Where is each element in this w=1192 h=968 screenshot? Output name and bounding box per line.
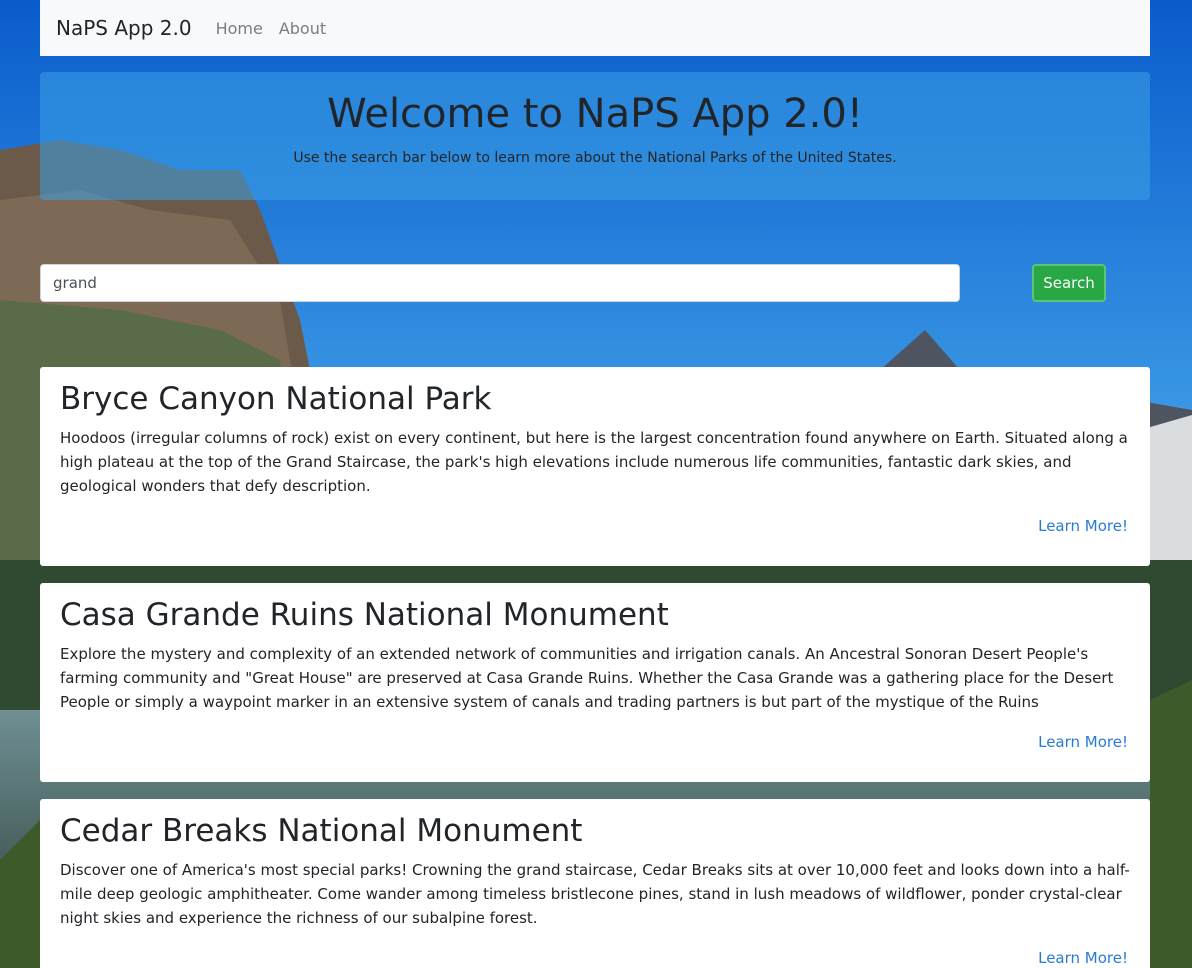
page-subtitle: Use the search bar below to learn more a… — [293, 150, 897, 166]
result-description: Hoodoos (irregular columns of rock) exis… — [60, 429, 1128, 496]
search-input[interactable] — [40, 264, 960, 302]
nav-link-about[interactable]: About — [279, 19, 326, 38]
navbar-brand[interactable]: NaPS App 2.0 — [56, 16, 192, 40]
result-card: Cedar Breaks National Monument Discover … — [40, 799, 1150, 968]
result-description: Explore the mystery and complexity of an… — [60, 645, 1114, 712]
page-title: Welcome to NaPS App 2.0! — [327, 91, 863, 137]
learn-more-link[interactable]: Learn More! — [1038, 949, 1128, 967]
nav-link-home[interactable]: Home — [216, 19, 263, 38]
result-title: Cedar Breaks National Monument — [60, 813, 583, 849]
learn-more-link[interactable]: Learn More! — [1038, 517, 1128, 535]
navbar: NaPS App 2.0 Home About — [40, 0, 1150, 56]
result-title: Casa Grande Ruins National Monument — [60, 597, 669, 633]
result-title: Bryce Canyon National Park — [60, 381, 492, 417]
result-card: Bryce Canyon National Park Hoodoos (irre… — [40, 367, 1150, 566]
learn-more-link[interactable]: Learn More! — [1038, 733, 1128, 751]
search-button[interactable]: Search — [1032, 264, 1106, 302]
result-card: Casa Grande Ruins National Monument Expl… — [40, 583, 1150, 782]
result-description: Discover one of America's most special p… — [60, 861, 1130, 928]
welcome-jumbotron: Welcome to NaPS App 2.0! Use the search … — [40, 72, 1150, 200]
